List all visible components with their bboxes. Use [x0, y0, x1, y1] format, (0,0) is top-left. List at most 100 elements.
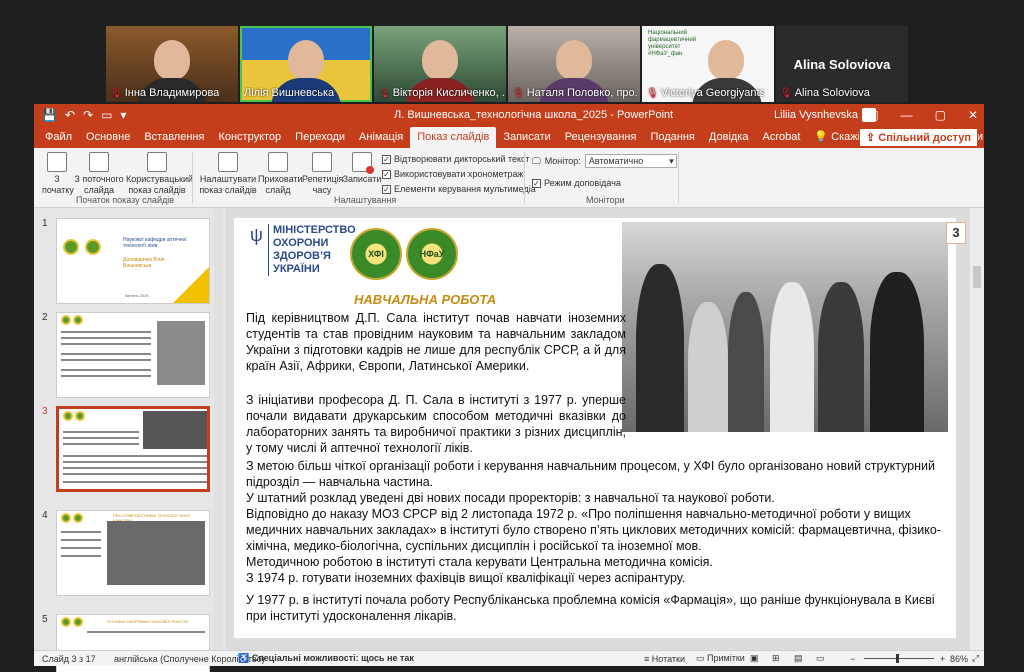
video-tile[interactable]: Національний фармацевтичний університет … [642, 26, 774, 102]
tab-help[interactable]: Довідка [702, 131, 756, 148]
timings-checkbox[interactable]: ✓ Використовувати хронометраж [382, 169, 523, 179]
slideshow-view-icon[interactable]: ▭ [816, 653, 825, 664]
setup-show-button[interactable]: Налаштувати показ слайдів [198, 152, 258, 196]
accessibility-status[interactable]: ♿ Спеціальні можливості: щось не так [238, 653, 414, 664]
tab-acrobat[interactable]: Acrobat [755, 131, 807, 148]
reading-view-icon[interactable]: ▤ [794, 653, 803, 664]
ministry-logo: ψ МІНІСТЕРСТВО ОХОРОНИ ЗДОРОВ’Я УКРАЇНИ [250, 224, 356, 276]
university-emblem: ХФІ [350, 228, 402, 280]
custom-show-button[interactable]: Користувацький показ слайдів [126, 152, 193, 196]
emblem-icon [63, 239, 79, 255]
zoom-out-icon[interactable]: − [850, 654, 855, 664]
video-tile[interactable]: Alina Soloviova 🎙 Alina Soloviova [776, 26, 908, 102]
thumbnails-scrollbar[interactable] [214, 208, 222, 650]
video-tile[interactable]: 🎙 Інна Владимирова [106, 26, 238, 102]
mic-off-icon: 🎙 [110, 88, 123, 99]
video-tile[interactable]: 🎙 Вікторія Кисличенко, ... [374, 26, 506, 102]
notes-button[interactable]: ≡ Нотатки [644, 654, 685, 664]
checkbox-checked-icon: ✓ [382, 184, 391, 194]
comment-icon: ▭ [696, 653, 708, 663]
group-label-start: Початок показу слайдів [76, 195, 174, 205]
tab-record[interactable]: Записати [496, 131, 557, 148]
zoom-slider[interactable] [864, 658, 934, 659]
slide-counter: Слайд 3 з 17 [42, 653, 96, 664]
normal-view-icon[interactable]: ▣ [750, 653, 759, 664]
save-icon[interactable]: 💾 [42, 108, 57, 122]
ribbon: З початку З поточного слайда Користуваць… [34, 148, 984, 208]
tab-slideshow[interactable]: Показ слайдів [410, 127, 497, 148]
present-icon[interactable]: ▭ [101, 108, 112, 122]
tab-transitions[interactable]: Переходи [288, 131, 352, 148]
slide-thumbnails-pane: 1 Наукової кафедри аптечної технології л… [34, 208, 222, 672]
from-current-button[interactable]: З поточного слайда [74, 152, 124, 196]
zoom-in-icon[interactable]: + [940, 654, 945, 664]
tab-insert[interactable]: Вставлення [137, 131, 211, 148]
university-emblem: НФаУ [406, 228, 458, 280]
monitor-select[interactable]: Автоматично [584, 154, 677, 168]
undo-icon[interactable]: ↶ [65, 108, 75, 122]
narration-checkbox[interactable]: ✓ Відтворювати дикторський текст [382, 154, 530, 164]
share-icon: ⇪ [866, 132, 879, 144]
checkbox-checked-icon: ✓ [532, 178, 541, 188]
comments-button[interactable]: ▭ Примітки [696, 653, 745, 664]
zoom-level[interactable]: 86% [950, 654, 968, 664]
slide-paragraph-1: Під керівництвом Д.П. Сала інститут поча… [246, 311, 626, 373]
close-icon[interactable]: ✕ [968, 108, 978, 122]
tab-view[interactable]: Подання [643, 131, 701, 148]
lightbulb-icon: 💡 [814, 131, 832, 143]
trident-icon: ψ [250, 225, 263, 245]
participant-face [422, 40, 458, 80]
video-strip: 🎙 Інна Владимирова Лілія Вишневська 🎙 Вікт… [106, 26, 912, 102]
slide-paragraph-3: З метою більш чіткої організації роботи … [246, 459, 935, 489]
zoom-slider-handle[interactable] [896, 654, 899, 663]
maximize-icon[interactable]: ▢ [935, 108, 946, 122]
customize-icon[interactable]: ▾ [120, 108, 126, 122]
ribbon-display-icon[interactable]: ▣ [867, 108, 878, 122]
media-controls-checkbox[interactable]: ✓ Елементи керування мультимедіа [382, 184, 536, 194]
user-name[interactable]: Liliia Vysnhevska [774, 109, 858, 121]
slide-paragraph-5: Відповідно до наказу МОЗ СРСР від 2 лист… [246, 507, 941, 553]
participant-face [288, 40, 324, 80]
hide-slide-button[interactable]: Приховати слайд [258, 152, 303, 196]
presenter-view-checkbox[interactable]: ✓ Режим доповідача [532, 178, 621, 188]
slide-paragraph-7: З 1974 р. готувати іноземних фахівців ви… [246, 571, 686, 585]
tab-review[interactable]: Рецензування [558, 131, 644, 148]
tab-animations[interactable]: Анімація [352, 131, 410, 148]
redo-icon[interactable]: ↷ [83, 108, 93, 122]
tab-design[interactable]: Конструктор [211, 131, 288, 148]
slide-canvas[interactable]: ψ МІНІСТЕРСТВО ОХОРОНИ ЗДОРОВ’Я УКРАЇНИ … [234, 218, 956, 638]
scroll-thumb[interactable] [973, 266, 981, 288]
minimize-icon[interactable]: — [901, 108, 913, 122]
slide-paragraph-2: З ініціативи професора Д. П. Сала в інст… [246, 393, 626, 455]
video-tile[interactable]: 🎙 Наталя Половко, про... [508, 26, 640, 102]
participant-name: Наталя Половко, про... [526, 87, 638, 99]
tab-home[interactable]: Основне [79, 131, 137, 148]
video-tile-active[interactable]: Лілія Вишневська [240, 26, 372, 102]
participant-face [154, 40, 190, 80]
title-bar: 💾 ↶ ↷ ▭ ▾ Л. Вишневська_технологічна шко… [34, 104, 984, 126]
mic-off-icon: 🎙 [780, 88, 793, 99]
group-label-monitors: Монітори [586, 195, 625, 205]
mic-off-icon: 🎙 [378, 88, 391, 99]
slide-heading: НАВЧАЛЬНА РОБОТА [354, 292, 497, 307]
from-start-button[interactable]: З початку [42, 152, 74, 196]
slide-paragraph-4: У штатний розклад уведені дві нових поса… [246, 491, 775, 505]
record-button[interactable]: Записати [342, 152, 382, 185]
group-label-setup: Налаштування [334, 195, 397, 205]
participant-face [708, 40, 744, 80]
slide-sorter-icon[interactable]: ⊞ [772, 653, 780, 664]
slide-editor: ψ МІНІСТЕРСТВО ОХОРОНИ ЗДОРОВ’Я УКРАЇНИ … [226, 208, 984, 650]
slideshow-start-icon [47, 152, 67, 172]
screen: 🎙 Інна Владимирова Лілія Вишневська 🎙 Вікт… [0, 0, 1024, 672]
rehearse-timings-button[interactable]: Репетиція часу [302, 152, 343, 196]
slide-paragraph-6: Методичною роботою в інституті стала кер… [246, 555, 713, 569]
editor-scrollbar[interactable] [970, 208, 984, 650]
monitor-label: Монітор: [544, 156, 581, 166]
accessibility-icon: ♿ [238, 653, 252, 663]
emblem-icon [85, 239, 101, 255]
share-button[interactable]: ⇪ Спільний доступ [859, 128, 978, 147]
fit-to-window-icon[interactable]: ⤢ [972, 653, 979, 664]
slide-paragraph-8: У 1977 р. в інституті почала роботу Респ… [246, 593, 935, 623]
tab-file[interactable]: Файл [38, 131, 79, 148]
checkbox-checked-icon: ✓ [382, 169, 391, 179]
